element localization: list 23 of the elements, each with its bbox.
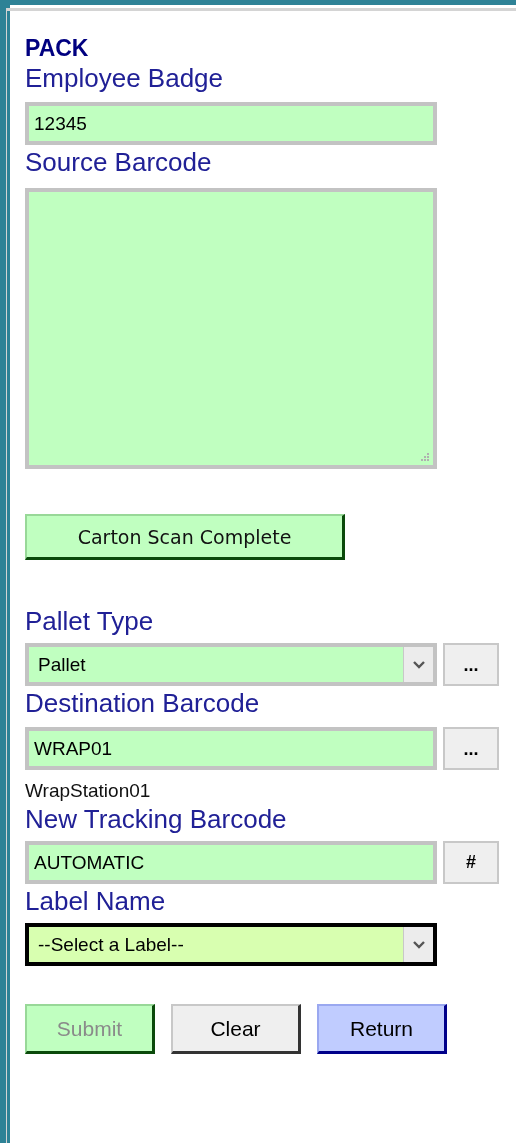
input-field[interactable]: AUTOMATIC <box>25 841 437 884</box>
field-label: New Tracking Barcode <box>25 803 287 835</box>
dropdown-field[interactable]: --Select a Label-- <box>25 923 437 966</box>
field-label: Source Barcode <box>25 146 212 178</box>
action-button[interactable]: Return <box>317 1004 447 1054</box>
destination-description: WrapStation01 <box>25 780 151 802</box>
resize-grip-icon <box>420 452 430 462</box>
field-label: Destination Barcode <box>25 687 260 719</box>
page-title: PACK <box>25 35 89 61</box>
carton-scan-complete-button[interactable]: Carton Scan Complete <box>25 514 345 560</box>
field-label: Employee Badge <box>25 62 224 94</box>
generate-button[interactable]: # <box>443 841 499 884</box>
field-label: Label Name <box>25 885 166 917</box>
field-label: Pallet Type <box>25 605 154 637</box>
action-button[interactable]: Clear <box>171 1004 301 1054</box>
text-area[interactable] <box>25 188 437 469</box>
browse-button[interactable]: ... <box>443 727 499 770</box>
chevron-down-icon <box>411 659 426 670</box>
dropdown-field[interactable]: Pallet <box>25 643 437 686</box>
input-field[interactable]: WRAP01 <box>25 727 437 770</box>
chevron-down-icon <box>411 939 426 950</box>
browse-button[interactable]: ... <box>443 643 499 686</box>
input-field[interactable]: 12345 <box>25 102 437 145</box>
